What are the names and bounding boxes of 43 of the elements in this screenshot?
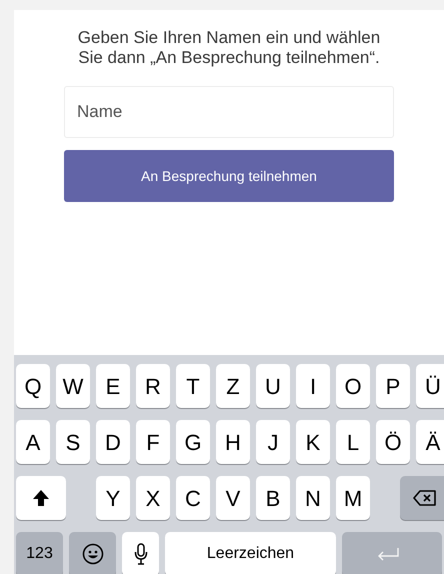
name-input[interactable]: Name bbox=[64, 86, 394, 138]
key[interactable]: V bbox=[216, 476, 250, 520]
key[interactable]: G bbox=[176, 420, 210, 464]
key[interactable]: Y bbox=[96, 476, 130, 520]
key[interactable]: E bbox=[96, 364, 130, 408]
key[interactable]: Ö bbox=[376, 420, 410, 464]
key[interactable]: Q bbox=[16, 364, 50, 408]
key[interactable]: L bbox=[336, 420, 370, 464]
key[interactable]: Ü bbox=[416, 364, 444, 408]
key[interactable]: U bbox=[256, 364, 290, 408]
key[interactable]: J bbox=[256, 420, 290, 464]
numbers-key[interactable]: 123 bbox=[16, 532, 63, 574]
key[interactable]: F bbox=[136, 420, 170, 464]
key[interactable]: S bbox=[56, 420, 90, 464]
key[interactable]: D bbox=[96, 420, 130, 464]
backspace-icon bbox=[413, 489, 437, 507]
key[interactable]: Ä bbox=[416, 420, 444, 464]
key[interactable]: W bbox=[56, 364, 90, 408]
key[interactable]: K bbox=[296, 420, 330, 464]
key[interactable]: A bbox=[16, 420, 50, 464]
emoji-key[interactable] bbox=[69, 532, 116, 574]
backspace-key[interactable] bbox=[400, 476, 444, 520]
key[interactable]: R bbox=[136, 364, 170, 408]
key[interactable]: Z bbox=[216, 364, 250, 408]
smiley-icon bbox=[82, 543, 104, 565]
shift-key[interactable] bbox=[16, 476, 66, 520]
space-key[interactable]: Leerzeichen bbox=[165, 532, 336, 574]
key[interactable]: O bbox=[336, 364, 370, 408]
arrow-up-icon bbox=[32, 489, 50, 507]
key[interactable]: C bbox=[176, 476, 210, 520]
microphone-icon bbox=[134, 543, 148, 565]
key[interactable]: N bbox=[296, 476, 330, 520]
key[interactable]: B bbox=[256, 476, 290, 520]
key[interactable]: T bbox=[176, 364, 210, 408]
key[interactable]: P bbox=[376, 364, 410, 408]
key[interactable]: X bbox=[136, 476, 170, 520]
key[interactable]: M bbox=[336, 476, 370, 520]
microphone-key[interactable] bbox=[122, 532, 159, 574]
instruction-text: Geben Sie Ihren Namen ein und wählen Sie dann „An Besprechung teilnehmen“. bbox=[76, 28, 382, 68]
return-icon bbox=[376, 547, 400, 561]
key[interactable]: I bbox=[296, 364, 330, 408]
join-meeting-button[interactable]: An Besprechung teilnehmen bbox=[64, 150, 394, 202]
key[interactable]: H bbox=[216, 420, 250, 464]
